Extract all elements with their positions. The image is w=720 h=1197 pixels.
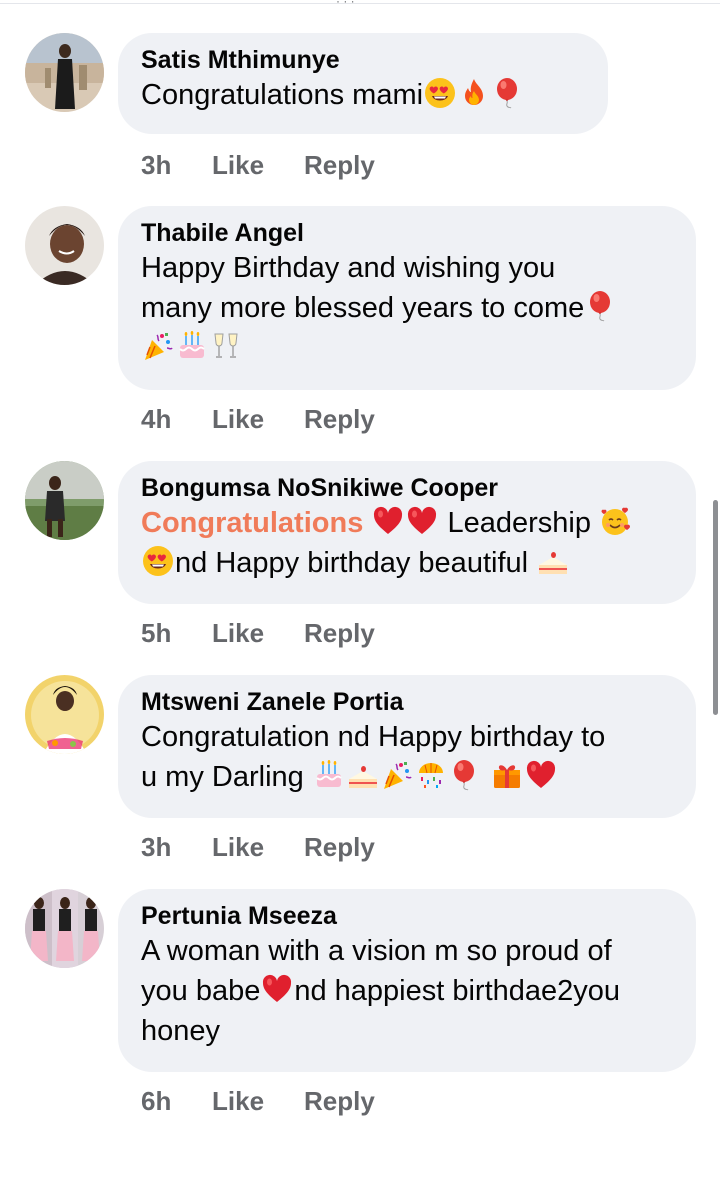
party-popper-icon: [381, 759, 413, 791]
smiling-face-with-hearts-icon: [600, 505, 632, 537]
like-button[interactable]: Like: [212, 618, 264, 648]
comment-text: A woman with a vision m so proud of you …: [141, 935, 621, 1047]
comment-time: 3h: [141, 150, 172, 180]
comment-text: Happy Birthday and wishing you many more…: [141, 248, 668, 368]
confetti-ball-icon: [415, 759, 447, 791]
reply-button[interactable]: Reply: [304, 1086, 375, 1116]
avatar[interactable]: [25, 33, 104, 112]
balloon-icon: [492, 77, 524, 109]
like-button[interactable]: Like: [212, 1086, 264, 1116]
red-heart-icon: [406, 505, 438, 537]
comment-bubble[interactable]: Satis Mthimunye Congratulations mami: [118, 33, 608, 134]
comment-author[interactable]: Thabile Angel: [141, 218, 668, 248]
reply-button[interactable]: Reply: [304, 150, 375, 180]
comment-time: 5h: [141, 618, 172, 648]
comment-author[interactable]: Pertunia Mseeza: [141, 901, 668, 931]
highlighted-text[interactable]: Congratulations: [141, 507, 363, 539]
comment-bubble[interactable]: Bongumsa NoSnikiwe Cooper Congratulation…: [118, 461, 696, 604]
comment-bubble[interactable]: Thabile Angel Happy Birthday and wishing…: [118, 206, 696, 390]
avatar[interactable]: [25, 675, 104, 754]
heart-eyes-icon: [424, 77, 456, 109]
avatar[interactable]: [25, 206, 104, 285]
like-button[interactable]: Like: [212, 150, 264, 180]
red-heart-icon: [261, 973, 293, 1005]
balloon-icon: [585, 290, 617, 322]
like-button[interactable]: Like: [212, 404, 264, 434]
reply-button[interactable]: Reply: [304, 618, 375, 648]
champagne-glasses-icon: [210, 330, 242, 362]
red-heart-icon: [372, 505, 404, 537]
shortcake-icon: [347, 759, 379, 791]
scrollbar-thumb[interactable]: [713, 500, 718, 715]
comment-bubble[interactable]: Pertunia Mseeza A woman with a vision m …: [118, 889, 696, 1072]
comment-time: 3h: [141, 832, 172, 862]
comment-author[interactable]: Mtsweni Zanele Portia: [141, 687, 668, 717]
avatar[interactable]: [25, 889, 104, 968]
comment-text: Congratulations mami: [141, 75, 580, 115]
fire-icon: [458, 77, 490, 109]
birthday-cake-icon: [176, 330, 208, 362]
birthday-cake-icon: [313, 759, 345, 791]
reply-button[interactable]: Reply: [304, 404, 375, 434]
reply-button[interactable]: Reply: [304, 832, 375, 862]
wrapped-gift-icon: [491, 759, 523, 791]
comment-bubble[interactable]: Mtsweni Zanele Portia Congratulation nd …: [118, 675, 696, 818]
comment-text: Congratulations Leadership nd Happy birt…: [141, 503, 668, 583]
comment-author[interactable]: Satis Mthimunye: [141, 45, 580, 75]
comment-time: 4h: [141, 404, 172, 434]
previous-comment-edge: · · ·: [0, 0, 720, 8]
heart-eyes-icon: [142, 545, 174, 577]
like-button[interactable]: Like: [212, 832, 264, 862]
avatar[interactable]: [25, 461, 104, 540]
comment-text: Congratulation nd Happy birthday to u my…: [141, 721, 606, 793]
party-popper-icon: [142, 330, 174, 362]
comment-author[interactable]: Bongumsa NoSnikiwe Cooper: [141, 473, 668, 503]
balloon-icon: [449, 759, 481, 791]
shortcake-icon: [537, 545, 569, 577]
comment-time: 6h: [141, 1086, 172, 1116]
red-heart-icon: [525, 759, 557, 791]
